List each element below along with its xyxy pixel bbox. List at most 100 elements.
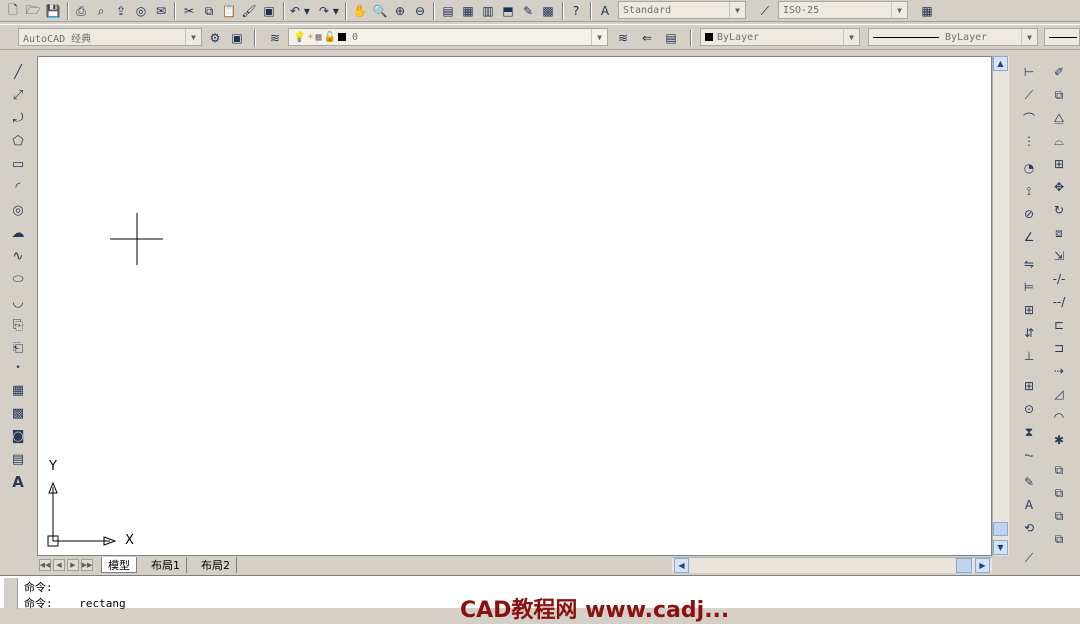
paste-icon[interactable]: 📋 <box>220 2 238 20</box>
draw-order-under-icon[interactable]: ⧉ <box>1049 529 1069 549</box>
quick-dim-icon[interactable]: ⇋ <box>1019 254 1039 274</box>
new-file-icon[interactable]: 🗋 <box>4 2 22 20</box>
print-preview-icon[interactable]: ⌕ <box>92 2 110 20</box>
scroll-up-icon[interactable]: ▲ <box>993 56 1008 71</box>
table-style-icon[interactable]: ▦ <box>918 2 936 20</box>
dim-edit-icon[interactable]: ✎ <box>1019 472 1039 492</box>
break-icon[interactable]: ⊐ <box>1049 338 1069 358</box>
dim-space-icon[interactable]: ⇵ <box>1019 323 1039 343</box>
print-icon[interactable]: ⎙ <box>72 2 90 20</box>
command-line-grip[interactable] <box>4 578 18 609</box>
trim-icon[interactable]: -/- <box>1049 269 1069 289</box>
draw-order-front-icon[interactable]: ⧉ <box>1049 460 1069 480</box>
zoom-previous-icon[interactable]: ⊖ <box>411 2 429 20</box>
line-icon[interactable]: ╱ <box>8 62 28 82</box>
save-workspace-icon[interactable]: ▣ <box>228 29 246 47</box>
tab-model[interactable]: 模型 <box>101 557 137 573</box>
join-icon[interactable]: ⇢ <box>1049 361 1069 381</box>
properties-icon[interactable]: ▤ <box>439 2 457 20</box>
pan-icon[interactable]: ✋ <box>351 2 369 20</box>
design-center-icon[interactable]: ▦ <box>459 2 477 20</box>
tab-next-icon[interactable]: ▶ <box>67 559 79 571</box>
erase-icon[interactable]: ✐ <box>1049 62 1069 82</box>
mirror-icon[interactable]: ⧋ <box>1049 108 1069 128</box>
draw-order-back-icon[interactable]: ⧉ <box>1049 483 1069 503</box>
publish-icon[interactable]: ⇪ <box>112 2 130 20</box>
gradient-icon[interactable]: ▩ <box>8 403 28 423</box>
make-block-icon[interactable]: ⎗ <box>8 338 28 358</box>
block-editor-icon[interactable]: ▣ <box>260 2 278 20</box>
drawing-area[interactable]: Y X <box>37 56 992 556</box>
help-icon[interactable]: ? <box>567 2 585 20</box>
explode-icon[interactable]: ✱ <box>1049 430 1069 450</box>
ellipse-arc-icon[interactable]: ◡ <box>8 292 28 312</box>
tolerance-icon[interactable]: ⊞ <box>1019 376 1039 396</box>
layer-combo[interactable]: 💡 ☀ ▦ 🔓 0 ▼ <box>288 28 608 46</box>
continue-dim-icon[interactable]: ⊞ <box>1019 300 1039 320</box>
offset-icon[interactable]: ⌓ <box>1049 131 1069 151</box>
scroll-left-icon[interactable]: ◀ <box>674 558 689 573</box>
tab-first-icon[interactable]: ◀◀ <box>39 559 51 571</box>
ordinate-dim-icon[interactable]: ⋮ <box>1019 131 1039 151</box>
tab-prev-icon[interactable]: ◀ <box>53 559 65 571</box>
web-icon[interactable]: ◎ <box>132 2 150 20</box>
point-icon[interactable]: • <box>8 358 28 378</box>
dim-text-edit-icon[interactable]: A <box>1019 495 1039 515</box>
tab-last-icon[interactable]: ▶▶ <box>81 559 93 571</box>
spline-icon[interactable]: ∿ <box>8 246 28 266</box>
text-style-icon[interactable]: A <box>596 2 614 20</box>
redo-icon[interactable]: ↷ ▾ <box>318 2 340 20</box>
cut-icon[interactable]: ✂ <box>180 2 198 20</box>
workspace-combo[interactable]: AutoCAD 经典 ▼ <box>18 28 202 46</box>
linear-dim-icon[interactable]: ⊢ <box>1019 62 1039 82</box>
move-icon[interactable]: ✥ <box>1049 177 1069 197</box>
copy-icon[interactable]: ⧉ <box>200 2 218 20</box>
layer-manager-icon[interactable]: ≋ <box>266 29 284 47</box>
linetype-combo[interactable]: ByLayer ▼ <box>868 28 1038 46</box>
scroll-thumb[interactable] <box>993 522 1008 536</box>
match-properties-icon[interactable]: 🖌 <box>240 2 258 20</box>
chevron-down-icon[interactable]: ▼ <box>1021 29 1037 45</box>
lineweight-combo[interactable] <box>1044 28 1080 46</box>
chevron-down-icon[interactable]: ▼ <box>729 2 745 18</box>
chevron-down-icon[interactable]: ▼ <box>185 29 201 45</box>
region-icon[interactable]: ◙ <box>8 426 28 446</box>
chamfer-icon[interactable]: ◿ <box>1049 384 1069 404</box>
scroll-down-icon[interactable]: ▼ <box>993 540 1008 555</box>
text-style-combo[interactable]: Standard ▼ <box>618 1 746 19</box>
tool-palettes-icon[interactable]: ▥ <box>479 2 497 20</box>
hatch-icon[interactable]: ▦ <box>8 380 28 400</box>
aligned-dim-icon[interactable]: ⟋ <box>1019 85 1039 105</box>
zoom-window-icon[interactable]: ⊕ <box>391 2 409 20</box>
chevron-down-icon[interactable]: ▼ <box>891 2 907 18</box>
markup-icon[interactable]: ✎ <box>519 2 537 20</box>
multiline-text-icon[interactable]: A <box>8 472 28 492</box>
circle-icon[interactable]: ◎ <box>8 200 28 220</box>
jogged-dim-icon[interactable]: ⟟ <box>1019 181 1039 201</box>
center-mark-icon[interactable]: ⊙ <box>1019 399 1039 419</box>
color-combo[interactable]: ByLayer ▼ <box>700 28 860 46</box>
tab-layout2[interactable]: 布局2 <box>195 557 237 573</box>
scroll-right-icon[interactable]: ▶ <box>975 558 990 573</box>
ellipse-icon[interactable]: ⬭ <box>8 269 28 289</box>
chevron-down-icon[interactable]: ▼ <box>843 29 859 45</box>
layer-states-icon[interactable]: ▤ <box>662 29 680 47</box>
chevron-down-icon[interactable]: ▼ <box>591 29 607 45</box>
sheet-set-icon[interactable]: ⬒ <box>499 2 517 20</box>
break-at-point-icon[interactable]: ⊏ <box>1049 315 1069 335</box>
dim-style-icon[interactable]: ⟋ <box>756 2 774 20</box>
draw-order-above-icon[interactable]: ⧉ <box>1049 506 1069 526</box>
stretch-icon[interactable]: ⇲ <box>1049 246 1069 266</box>
undo-icon[interactable]: ↶ ▾ <box>289 2 311 20</box>
save-icon[interactable]: 💾 <box>44 2 62 20</box>
inspection-icon[interactable]: ⧗ <box>1019 422 1039 442</box>
arc-length-icon[interactable]: ⌒ <box>1019 108 1039 128</box>
calculator-icon[interactable]: ▩ <box>539 2 557 20</box>
insert-block-icon[interactable]: ⎘ <box>8 315 28 335</box>
layer-previous-icon[interactable]: ⇐ <box>638 29 656 47</box>
dim-style-manager-icon[interactable]: ⟋ <box>1019 548 1039 568</box>
hscroll-thumb[interactable] <box>956 558 972 573</box>
angular-dim-icon[interactable]: ∠ <box>1019 227 1039 247</box>
revision-cloud-icon[interactable]: ☁ <box>8 223 28 243</box>
etransmit-icon[interactable]: ✉ <box>152 2 170 20</box>
